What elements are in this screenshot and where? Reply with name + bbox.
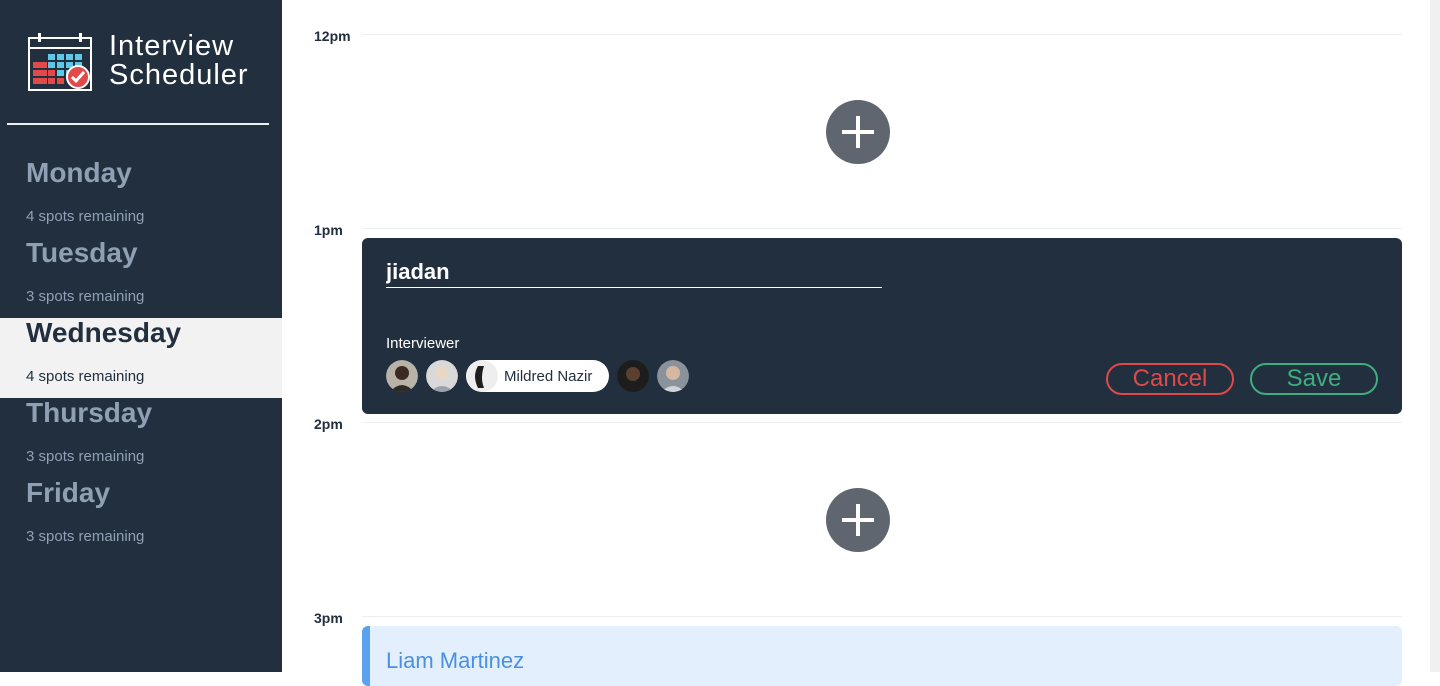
day-list: Monday 4 spots remaining Tuesday 3 spots… [0, 157, 282, 558]
spots-remaining: 3 spots remaining [26, 528, 145, 545]
sidebar: Interview Scheduler Monday 4 spots remai… [0, 0, 282, 672]
schedule: 12pm 1pm Interviewer [282, 0, 1430, 686]
day-item-friday[interactable]: Friday 3 spots remaining [0, 477, 282, 558]
hour-label-1pm: 1pm [314, 222, 343, 238]
save-button[interactable]: Save [1250, 363, 1378, 395]
app-title-line2: Scheduler [109, 59, 249, 91]
add-appointment-button[interactable] [826, 100, 890, 164]
add-appointment-button[interactable] [826, 488, 890, 552]
interviewer-avatar [466, 360, 498, 392]
selected-interviewer[interactable]: Mildred Nazir [466, 360, 609, 392]
spots-remaining: 3 spots remaining [26, 448, 145, 465]
plus-icon [842, 116, 874, 148]
hour-divider [362, 228, 1402, 229]
day-name: Monday [26, 157, 132, 188]
day-item-tuesday[interactable]: Tuesday 3 spots remaining [0, 237, 282, 318]
day-name: Friday [26, 477, 111, 508]
avatar-image [617, 360, 649, 392]
spots-remaining: 4 spots remaining [26, 368, 145, 385]
interviewer-avatar[interactable] [426, 360, 458, 392]
hour-label-12pm: 12pm [314, 28, 351, 44]
day-name: Wednesday [26, 317, 182, 348]
hour-divider [362, 34, 1402, 35]
selected-interviewer-name: Mildred Nazir [504, 368, 593, 385]
day-item-monday[interactable]: Monday 4 spots remaining [0, 157, 282, 238]
avatar-image [466, 360, 498, 392]
interviewer-label: Interviewer [386, 335, 460, 352]
hour-label-2pm: 2pm [314, 416, 343, 432]
avatar-image [657, 360, 689, 392]
day-name: Tuesday [26, 237, 138, 268]
avatar-image [386, 360, 418, 392]
app-title: Interview Scheduler [109, 32, 249, 90]
hour-divider [362, 616, 1402, 617]
app-title-line1: Interview [109, 30, 235, 62]
day-item-thursday[interactable]: Thursday 3 spots remaining [0, 397, 282, 478]
day-name: Thursday [26, 397, 153, 428]
sidebar-divider [7, 123, 269, 125]
brand: Interview Scheduler [28, 29, 268, 91]
calendar-logo-icon [28, 33, 92, 91]
interviewer-avatar[interactable] [386, 360, 418, 392]
plus-icon [842, 504, 874, 536]
spots-remaining: 3 spots remaining [26, 288, 145, 305]
avatar-image [426, 360, 458, 392]
appointment-accent [362, 626, 370, 686]
student-name-input[interactable] [386, 256, 882, 288]
appointment-form: Interviewer [362, 238, 1402, 414]
scrollbar-track[interactable] [1430, 0, 1440, 672]
interviewer-avatar[interactable] [617, 360, 649, 392]
interviewer-avatar[interactable] [657, 360, 689, 392]
hour-divider [362, 422, 1402, 423]
appointment-student: Liam Martinez [386, 648, 525, 673]
spots-remaining: 4 spots remaining [26, 208, 145, 225]
day-item-wednesday[interactable]: Wednesday 4 spots remaining [0, 317, 282, 398]
appointment-card[interactable]: Liam Martinez [362, 626, 1402, 686]
cancel-button[interactable]: Cancel [1106, 363, 1234, 395]
hour-label-3pm: 3pm [314, 610, 343, 626]
